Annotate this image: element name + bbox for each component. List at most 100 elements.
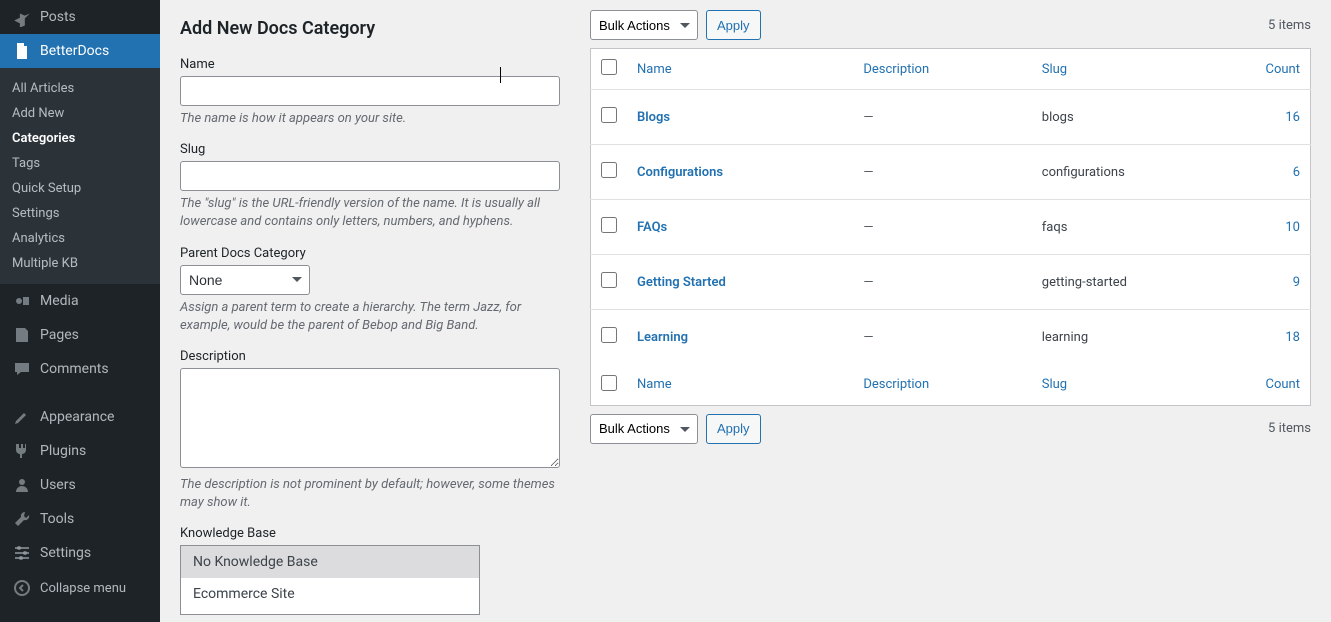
sidebar-item-users[interactable]: Users [0, 468, 160, 502]
tablenav-top: Bulk Actions Apply 5 items [590, 10, 1311, 40]
parent-help-text: Assign a parent term to create a hierarc… [180, 299, 560, 335]
row-description: — [853, 255, 1031, 310]
sidebar-item-label: BetterDocs [40, 43, 109, 59]
col-header-description[interactable]: Description [853, 49, 1031, 90]
sidebar-item-settings[interactable]: Settings [0, 536, 160, 570]
row-checkbox[interactable] [601, 272, 617, 288]
tablenav-bottom: Bulk Actions Apply 5 items [590, 414, 1311, 444]
category-table: Name Description Slug Count Blogs—blogs1… [590, 48, 1311, 406]
pin-icon [12, 7, 32, 27]
apply-button-bottom[interactable]: Apply [706, 414, 761, 444]
description-help-text: The description is not prominent by defa… [180, 476, 560, 512]
row-checkbox[interactable] [601, 162, 617, 178]
collapse-menu[interactable]: Collapse menu [0, 570, 160, 606]
user-icon [12, 475, 32, 495]
slug-help-text: The "slug" is the URL-friendly version o… [180, 195, 560, 231]
sidebar-item-label: Posts [40, 9, 76, 25]
col-footer-name[interactable]: Name [627, 365, 853, 406]
col-header-count[interactable]: Count [1251, 49, 1311, 90]
row-count-link[interactable]: 6 [1293, 165, 1300, 180]
items-count-top: 5 items [1268, 18, 1311, 33]
row-count-link[interactable]: 9 [1293, 275, 1300, 290]
row-description: — [853, 90, 1031, 145]
select-all-bottom[interactable] [601, 375, 617, 391]
col-header-name[interactable]: Name [627, 49, 853, 90]
sidebar-item-betterdocs[interactable]: BetterDocs [0, 34, 160, 68]
name-help-text: The name is how it appears on your site. [180, 110, 560, 128]
col-header-slug[interactable]: Slug [1032, 49, 1251, 90]
row-name-link[interactable]: Configurations [637, 165, 723, 180]
add-category-form: Add New Docs Category Name The name is h… [180, 10, 560, 622]
row-name-link[interactable]: Blogs [637, 110, 670, 125]
row-checkbox[interactable] [601, 217, 617, 233]
admin-sidebar: Posts BetterDocs All Articles Add New Ca… [0, 0, 160, 622]
sidebar-item-media[interactable]: Media [0, 284, 160, 318]
row-description: — [853, 310, 1031, 365]
sliders-icon [12, 543, 32, 563]
col-footer-count[interactable]: Count [1251, 365, 1311, 406]
bulk-actions-select-bottom[interactable]: Bulk Actions [590, 414, 698, 444]
category-list-panel: Bulk Actions Apply 5 items Name Descript… [590, 10, 1311, 622]
select-all-top[interactable] [601, 59, 617, 75]
slug-input[interactable] [180, 161, 560, 191]
sidebar-item-pages[interactable]: Pages [0, 318, 160, 352]
collapse-icon [12, 578, 32, 598]
description-textarea[interactable] [180, 368, 560, 468]
sidebar-item-label: Settings [40, 545, 91, 561]
kb-listbox[interactable]: No Knowledge Base Ecommerce Site [180, 545, 480, 615]
name-label: Name [180, 57, 560, 72]
sidebar-sub-add-new[interactable]: Add New [0, 101, 160, 126]
row-name-link[interactable]: Learning [637, 330, 688, 345]
sidebar-item-label: Media [40, 293, 79, 309]
parent-label: Parent Docs Category [180, 246, 560, 261]
parent-select[interactable]: None [180, 265, 310, 295]
slug-label: Slug [180, 142, 560, 157]
row-description: — [853, 200, 1031, 255]
row-count-link[interactable]: 18 [1285, 330, 1300, 345]
sidebar-item-plugins[interactable]: Plugins [0, 434, 160, 468]
sidebar-sub-analytics[interactable]: Analytics [0, 226, 160, 251]
main-content: Add New Docs Category Name The name is h… [160, 0, 1331, 622]
row-slug: faqs [1032, 200, 1251, 255]
page-title: Add New Docs Category [180, 18, 560, 39]
sidebar-sub-multiple-kb[interactable]: Multiple KB [0, 251, 160, 276]
row-name-link[interactable]: Getting Started [637, 275, 726, 290]
kb-option-ecommerce[interactable]: Ecommerce Site [181, 578, 479, 610]
kb-label: Knowledge Base [180, 526, 560, 541]
row-slug: blogs [1032, 90, 1251, 145]
row-checkbox[interactable] [601, 107, 617, 123]
apply-button-top[interactable]: Apply [706, 10, 761, 40]
row-name-link[interactable]: FAQs [637, 220, 667, 235]
collapse-label: Collapse menu [40, 581, 126, 596]
sidebar-item-appearance[interactable]: Appearance [0, 400, 160, 434]
col-footer-slug[interactable]: Slug [1032, 365, 1251, 406]
name-input[interactable] [180, 76, 560, 106]
sidebar-item-label: Comments [40, 361, 109, 377]
sidebar-sub-tags[interactable]: Tags [0, 151, 160, 176]
row-description: — [853, 145, 1031, 200]
table-row: Blogs —blogs 16 [591, 90, 1311, 145]
sidebar-sub-quick-setup[interactable]: Quick Setup [0, 176, 160, 201]
row-slug: learning [1032, 310, 1251, 365]
row-slug: getting-started [1032, 255, 1251, 310]
row-count-link[interactable]: 16 [1285, 110, 1300, 125]
plug-icon [12, 441, 32, 461]
sidebar-sub-all-articles[interactable]: All Articles [0, 76, 160, 101]
bulk-actions-select-top[interactable]: Bulk Actions [590, 10, 698, 40]
sidebar-item-tools[interactable]: Tools [0, 502, 160, 536]
sidebar-item-label: Tools [40, 511, 74, 527]
page-icon [12, 325, 32, 345]
sidebar-item-comments[interactable]: Comments [0, 352, 160, 386]
sidebar-sub-settings[interactable]: Settings [0, 201, 160, 226]
items-count-bottom: 5 items [1268, 421, 1311, 436]
wrench-icon [12, 509, 32, 529]
row-checkbox[interactable] [601, 327, 617, 343]
kb-option-none[interactable]: No Knowledge Base [181, 546, 479, 578]
row-count-link[interactable]: 10 [1285, 220, 1300, 235]
table-row: Getting Started —getting-started 9 [591, 255, 1311, 310]
brush-icon [12, 407, 32, 427]
comment-icon [12, 359, 32, 379]
sidebar-item-posts[interactable]: Posts [0, 0, 160, 34]
sidebar-sub-categories[interactable]: Categories [0, 126, 160, 151]
col-footer-description[interactable]: Description [853, 365, 1031, 406]
